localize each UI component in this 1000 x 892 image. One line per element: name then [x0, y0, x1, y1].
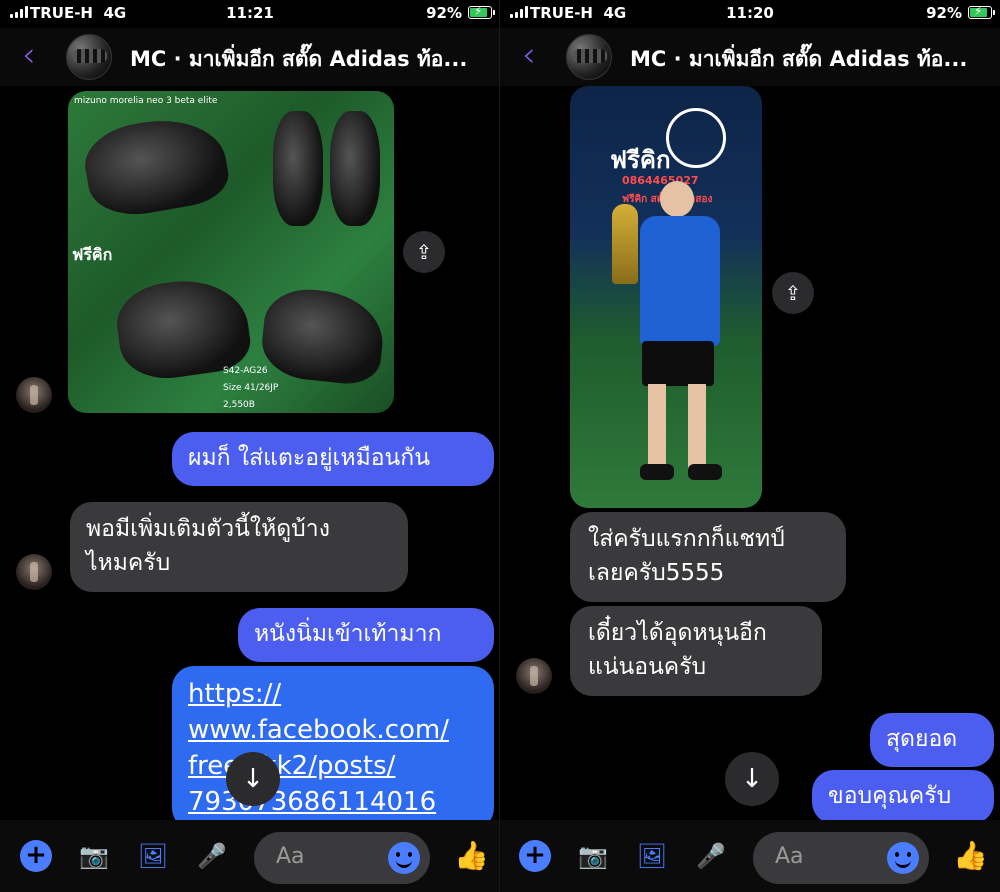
player-figure — [660, 181, 694, 217]
thumbs-up-icon[interactable]: 👍 — [454, 840, 489, 872]
message-text: ใส่ครับแรกกก็แชทป์ — [588, 526, 785, 552]
message-text: หนังนิ่มเข้าเท้ามาก — [254, 621, 442, 647]
message-text: แน่นอนครับ — [588, 654, 707, 680]
photo-caption: mizuno morelia neo 3 beta elite — [74, 96, 218, 106]
product-code: S42-AG26 — [223, 366, 268, 376]
plus-icon[interactable]: + — [519, 840, 551, 872]
composer-bar: + 📷 🖼 🎤 Aa 👍 — [500, 820, 1000, 892]
back-chevron-icon[interactable]: ‹ — [22, 38, 36, 72]
battery-icon: ⚡ — [468, 4, 495, 19]
gallery-icon[interactable]: 🖼 — [137, 840, 169, 872]
message-incoming[interactable]: ใส่ครับแรกกก็แชทป์ เลยครับ5555 — [570, 512, 846, 602]
shoe-image — [258, 284, 388, 388]
player-figure — [640, 216, 720, 346]
message-text: พอมีเพิ่มเติมตัวนี้ให้ดูบ้าง — [86, 516, 330, 542]
message-link[interactable]: https:// www.facebook.com/ freekikk2/pos… — [172, 666, 494, 830]
message-outgoing[interactable]: หนังนิ่มเข้าเท้ามาก — [238, 608, 494, 662]
battery-percent: 92% — [426, 4, 462, 22]
player-figure — [648, 384, 666, 469]
sender-avatar[interactable] — [516, 658, 552, 694]
emoji-icon[interactable] — [388, 842, 420, 874]
group-avatar[interactable] — [566, 34, 612, 80]
message-input[interactable]: Aa — [254, 832, 430, 884]
message-incoming[interactable]: พอมีเพิ่มเติมตัวนี้ให้ดูบ้าง ไหมครับ — [70, 502, 408, 592]
clock: 11:21 — [226, 4, 274, 22]
player-figure — [640, 464, 674, 480]
chat-title[interactable]: MC · มาเพิ่มอีก สตั๊ด Adidas ท้อ... — [130, 43, 467, 76]
scroll-down-arrow-icon[interactable]: ↓ — [226, 752, 280, 806]
shoe-image — [79, 109, 233, 223]
thumbs-up-icon[interactable]: 👍 — [953, 840, 988, 872]
message-outgoing[interactable]: ขอบคุณครับ — [812, 770, 994, 824]
message-outgoing[interactable]: ผมก็ ใส่แตะอยู่เหมือนกัน — [172, 432, 494, 486]
soccer-ball-icon — [666, 108, 726, 168]
player-figure — [688, 464, 722, 480]
product-price: 2,550B — [223, 400, 255, 410]
player-photo[interactable]: ฟรีคิก 0864465027 ฟรีคิก สตั๊ดแท้มือสอง — [570, 86, 762, 508]
input-placeholder: Aa — [276, 844, 305, 869]
input-placeholder: Aa — [775, 844, 804, 869]
battery-percent: 92% — [926, 4, 962, 22]
camera-icon[interactable]: 📷 — [577, 840, 609, 872]
message-text: ผมก็ ใส่แตะอยู่เหมือนกัน — [188, 445, 430, 471]
message-text: ขอบคุณครับ — [828, 783, 952, 809]
message-outgoing[interactable]: สุดยอด — [870, 713, 994, 767]
link-text[interactable]: https:// — [188, 676, 478, 712]
brand-watermark: ฟรีคิก — [72, 245, 113, 264]
microphone-icon[interactable]: 🎤 — [196, 840, 228, 872]
back-chevron-icon[interactable]: ‹ — [522, 38, 536, 72]
chat-header: ‹ MC · มาเพิ่มอีก สตั๊ด Adidas ท้อ... — [0, 28, 500, 86]
trophy-icon — [612, 204, 638, 284]
shoe-image — [273, 111, 323, 226]
link-text[interactable]: www.facebook.com/ — [188, 712, 478, 748]
chat-header: ‹ MC · มาเพิ่มอีก สตั๊ด Adidas ท้อ... — [500, 28, 1000, 86]
sender-avatar[interactable] — [16, 554, 52, 590]
group-avatar[interactable] — [66, 34, 112, 80]
status-bar: TRUE-H 4G 11:21 92% ⚡ — [0, 0, 500, 28]
sender-avatar[interactable] — [16, 377, 52, 413]
player-figure — [642, 341, 714, 386]
emoji-icon[interactable] — [887, 842, 919, 874]
share-icon[interactable]: ⇪ — [772, 272, 814, 314]
product-size: Size 41/26JP — [223, 383, 279, 393]
share-icon[interactable]: ⇪ — [403, 231, 445, 273]
message-text: ไหมครับ — [86, 550, 171, 576]
message-incoming[interactable]: เดี๋ยวได้อุดหนุนอีก แน่นอนครับ — [570, 606, 822, 696]
shoe-photo[interactable]: mizuno morelia neo 3 beta elite ฟรีคิก S… — [68, 91, 394, 413]
left-chat-screen: TRUE-H 4G 11:21 92% ⚡ ‹ MC · มาเพิ่มอีก … — [0, 0, 500, 892]
chat-title[interactable]: MC · มาเพิ่มอีก สตั๊ด Adidas ท้อ... — [630, 43, 967, 76]
message-text: เดี๋ยวได้อุดหนุนอีก — [588, 620, 767, 646]
status-bar: TRUE-H 4G 11:20 92% ⚡ — [500, 0, 1000, 28]
composer-bar: + 📷 🖼 🎤 Aa 👍 — [0, 820, 500, 892]
message-text: เลยครับ5555 — [588, 560, 725, 586]
message-text: สุดยอด — [886, 726, 958, 752]
right-chat-screen: TRUE-H 4G 11:20 92% ⚡ ‹ MC · มาเพิ่มอีก … — [500, 0, 1000, 892]
scroll-down-arrow-icon[interactable]: ↓ — [725, 752, 779, 806]
battery-icon: ⚡ — [968, 4, 995, 19]
plus-icon[interactable]: + — [20, 840, 52, 872]
camera-icon[interactable]: 📷 — [78, 840, 110, 872]
player-figure — [688, 384, 706, 469]
shoe-image — [330, 111, 380, 226]
message-input[interactable]: Aa — [753, 832, 929, 884]
clock: 11:20 — [726, 4, 774, 22]
microphone-icon[interactable]: 🎤 — [695, 840, 727, 872]
gallery-icon[interactable]: 🖼 — [636, 840, 668, 872]
